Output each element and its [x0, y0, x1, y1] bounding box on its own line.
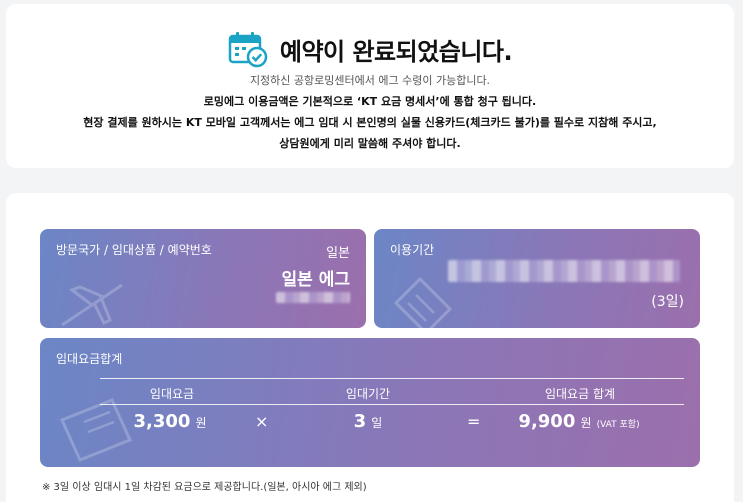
rental-period: 3 일 [278, 411, 458, 432]
vat-note: (VAT 포함) [596, 420, 640, 430]
total-fee-value: 9,900 [518, 411, 576, 432]
pickup-notice: 지정하신 공항로밍센터에서 에그 수령이 가능합니다. [249, 74, 491, 87]
billing-notice: 로밍에그 이용금액은 기본적으로 ‘KT 요금 명세서’에 통합 청구 됩니다. [203, 95, 537, 108]
daily-fee: 3,300 원 [80, 411, 260, 432]
period-panel: 이용기간 (3일) [374, 229, 700, 328]
total-fee-panel: 임대요금합계 임대요금 임대기간 임대요금 합계 3,300 원 × 3 일 =… [40, 338, 700, 467]
title-row: 예약이 완료되었습니다. [6, 30, 734, 68]
total-fee-unit: 원 [580, 416, 592, 430]
ticket-icon [393, 276, 453, 328]
rental-days: (3일) [651, 294, 684, 310]
booking-panel-label: 방문국가 / 임대상품 / 예약번호 [56, 243, 212, 257]
airplane-icon [61, 283, 123, 327]
header-top-divider [100, 378, 684, 379]
daily-fee-unit: 원 [195, 416, 207, 430]
rental-period-value: 3 [353, 411, 367, 432]
period-column-header: 임대기간 [345, 387, 391, 401]
total-panel-label: 임대요금합계 [56, 352, 123, 366]
booking-info-panel: 방문국가 / 임대상품 / 예약번호 일본 일본 에그 [40, 229, 366, 328]
calendar-check-icon [228, 32, 268, 68]
daily-fee-value: 3,300 [133, 411, 191, 432]
visit-country: 일본 [326, 246, 350, 261]
multiply-sign: × [255, 412, 269, 431]
rental-product: 일본 에그 [281, 270, 350, 290]
header-bottom-divider [100, 404, 684, 405]
onsite-payment-notice: 현장 결제를 원하시는 KT 모바일 고객께서는 에그 임대 시 본인명의 실물… [83, 116, 657, 129]
discount-footnote: ※ 3일 이상 임대시 1일 차감된 요금으로 제공합니다.(일본, 아시아 에… [42, 482, 367, 493]
confirmation-card: 예약이 완료되었습니다. 지정하신 공항로밍센터에서 에그 수령이 가능합니다.… [6, 4, 734, 168]
rental-dates-redacted [448, 260, 680, 282]
total-column-header: 임대요금 합계 [544, 387, 616, 401]
rental-period-unit: 일 [371, 416, 383, 430]
period-panel-label: 이용기간 [390, 243, 435, 257]
agent-notice: 상담원에게 미리 말씀해 주셔야 합니다. [279, 137, 461, 150]
fee-column-header: 임대요금 [149, 387, 195, 401]
page-title: 예약이 완료되었습니다. [279, 37, 513, 66]
total-fee: 9,900 원 (VAT 포함) [464, 411, 694, 432]
reservation-number-redacted [276, 292, 350, 303]
